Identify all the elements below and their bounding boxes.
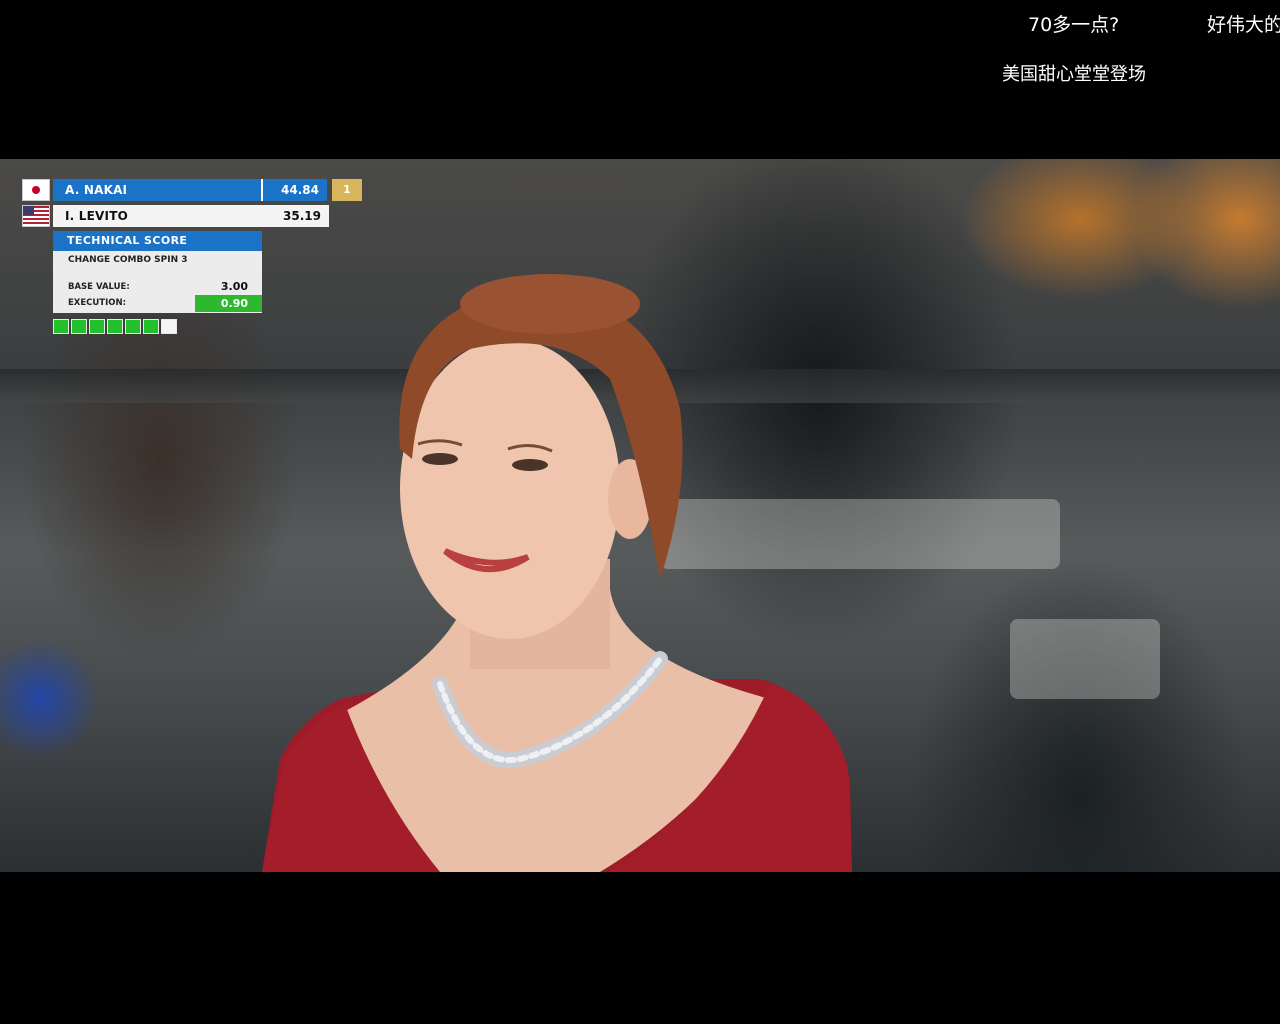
- judge-positive-cell: [143, 319, 159, 334]
- rank-badge: 1: [332, 179, 362, 201]
- judge-positive-cell: [53, 319, 69, 334]
- judge-positive-cell: [125, 319, 141, 334]
- skater-name: I. LEVITO: [53, 205, 261, 227]
- flag-japan-icon: [22, 179, 50, 201]
- skater-name: A. NAKAI: [53, 179, 261, 201]
- judge-positive-cell: [71, 319, 87, 334]
- execution-label: EXECUTION:: [68, 298, 127, 308]
- judges-indicator: [53, 319, 177, 334]
- technical-score-body: CHANGE COMBO SPIN 3 BASE VALUE: 3.00 EXE…: [53, 251, 262, 313]
- judge-positive-cell: [89, 319, 105, 334]
- danmaku-comment: 好伟大的: [1207, 14, 1280, 36]
- execution-value: 0.90: [195, 295, 262, 312]
- technical-score-panel: TECHNICAL SCORE CHANGE COMBO SPIN 3 BASE…: [53, 231, 262, 313]
- danmaku-comment: 美国甜心堂堂登场: [1002, 64, 1146, 85]
- scoreboard-row-leader: A. NAKAI 44.84 1: [22, 179, 362, 201]
- danmaku-comment: 70多一点?: [1028, 14, 1120, 36]
- judge-neutral-cell: [161, 319, 177, 334]
- judge-positive-cell: [107, 319, 123, 334]
- element-name: CHANGE COMBO SPIN 3: [68, 255, 188, 265]
- flag-usa-icon: [22, 205, 50, 227]
- skater-score: 35.19: [261, 205, 329, 227]
- scoreboard-row-current: I. LEVITO 35.19: [22, 205, 329, 227]
- technical-score-header: TECHNICAL SCORE: [53, 231, 262, 251]
- base-value-label: BASE VALUE:: [68, 282, 130, 292]
- base-value: 3.00: [220, 280, 248, 293]
- skater-score: 44.84: [261, 179, 327, 201]
